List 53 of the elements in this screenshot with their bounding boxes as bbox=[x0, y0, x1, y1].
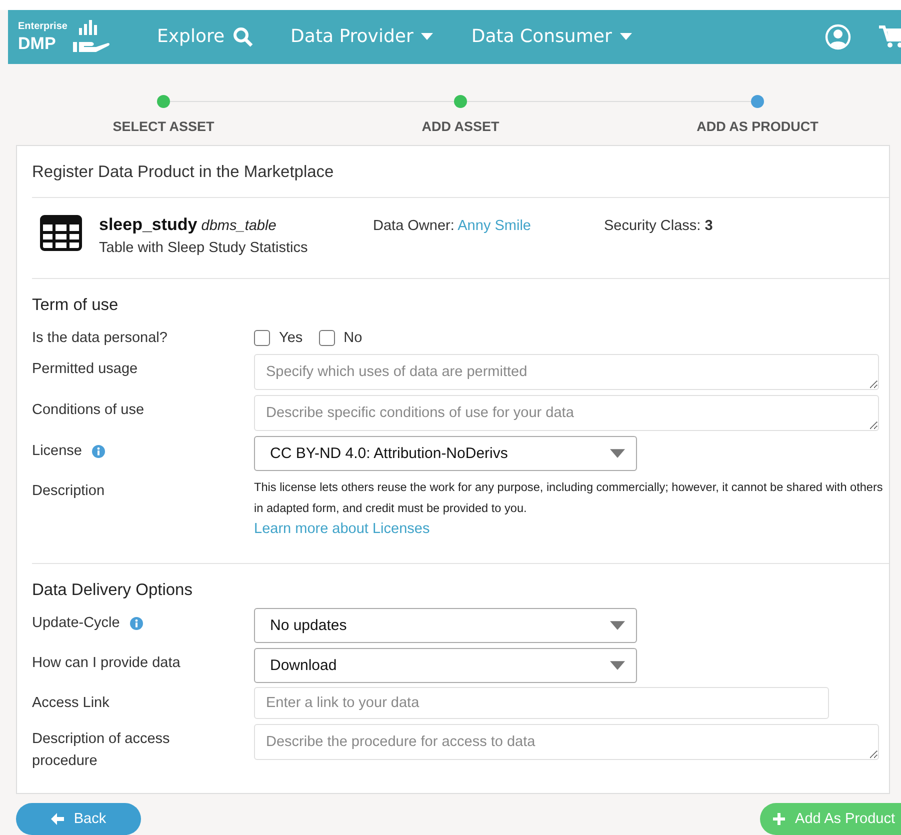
section-heading: Term of use bbox=[32, 296, 120, 315]
owner-label: Data Owner: bbox=[373, 218, 454, 234]
arrow-left-icon bbox=[50, 813, 64, 825]
text-area[interactable]: Describe the procedure for access to data bbox=[254, 724, 879, 760]
field-label: Access Link bbox=[32, 694, 110, 713]
plus-icon bbox=[773, 813, 786, 825]
add-product-button[interactable]: Add As Product bbox=[760, 803, 901, 835]
field-label: Description bbox=[32, 482, 105, 501]
nav-dropdown[interactable]: Data Provider bbox=[290, 26, 434, 48]
licenses-link[interactable]: Learn more about Licenses bbox=[254, 519, 430, 540]
text-area[interactable]: Describe specific conditions of use for your data bbox=[254, 395, 879, 431]
field-label: Update-Cycle bbox=[32, 614, 120, 633]
explore-link[interactable]: Explore bbox=[157, 26, 253, 48]
table-icon bbox=[40, 215, 82, 251]
field-label: Permitted usage bbox=[32, 360, 138, 379]
step-label: ADD AS PRODUCT bbox=[696, 118, 818, 134]
search-icon bbox=[232, 26, 253, 47]
field-label: Conditions of use bbox=[32, 401, 144, 420]
step-label: ADD ASSET bbox=[422, 118, 500, 134]
checkbox-label: No bbox=[344, 329, 362, 348]
asset-name-line: sleep_study dbms_table bbox=[99, 215, 278, 235]
caret-icon bbox=[610, 449, 625, 458]
field-label: How can I provide data bbox=[32, 654, 180, 673]
logo-text: DMP bbox=[18, 34, 57, 52]
field-label: License bbox=[32, 442, 82, 461]
owner-link[interactable]: Anny Smile bbox=[458, 218, 531, 234]
caret-icon bbox=[610, 621, 625, 630]
input-field[interactable]: Enter a link to your data bbox=[254, 687, 829, 719]
select-dropdown[interactable]: Download bbox=[254, 648, 637, 683]
checkbox[interactable] bbox=[318, 330, 335, 346]
user-icon[interactable] bbox=[825, 24, 851, 50]
field-label: Is the data personal? bbox=[32, 329, 168, 348]
asset-description: Table with Sleep Study Statistics bbox=[99, 240, 308, 256]
text-area[interactable]: Specify which uses of data are permitted bbox=[254, 354, 879, 390]
checkbox-label: Yes bbox=[279, 329, 303, 348]
step-label: SELECT ASSET bbox=[112, 118, 214, 134]
info-icon[interactable] bbox=[92, 444, 105, 458]
info-icon[interactable] bbox=[130, 616, 143, 630]
logo-text: Enterprise bbox=[18, 22, 68, 32]
security-class: Security Class: 3 bbox=[604, 218, 713, 234]
caret-icon bbox=[620, 33, 632, 40]
back-button[interactable]: Back bbox=[16, 803, 141, 835]
license-description: This license lets others reuse the work for any purpose, including commercially; however, it cannot be shared with others in adapted form, and credit must be provided to you. bbox=[254, 480, 883, 515]
caret-icon bbox=[421, 33, 434, 40]
select-dropdown[interactable]: CC BY-ND 4.0: Attribution-NoDerivs bbox=[254, 436, 637, 471]
nav-dropdown[interactable]: Data Consumer bbox=[471, 26, 632, 48]
checkbox[interactable] bbox=[254, 330, 270, 346]
field-label: Description of access procedure bbox=[32, 730, 171, 771]
section-heading: Data Delivery Options bbox=[32, 581, 194, 600]
card-title: Register Data Product in the Marketplace bbox=[32, 146, 889, 198]
select-dropdown[interactable]: No updates bbox=[254, 608, 637, 643]
caret-icon bbox=[610, 661, 625, 670]
cart-icon[interactable] bbox=[879, 24, 901, 49]
